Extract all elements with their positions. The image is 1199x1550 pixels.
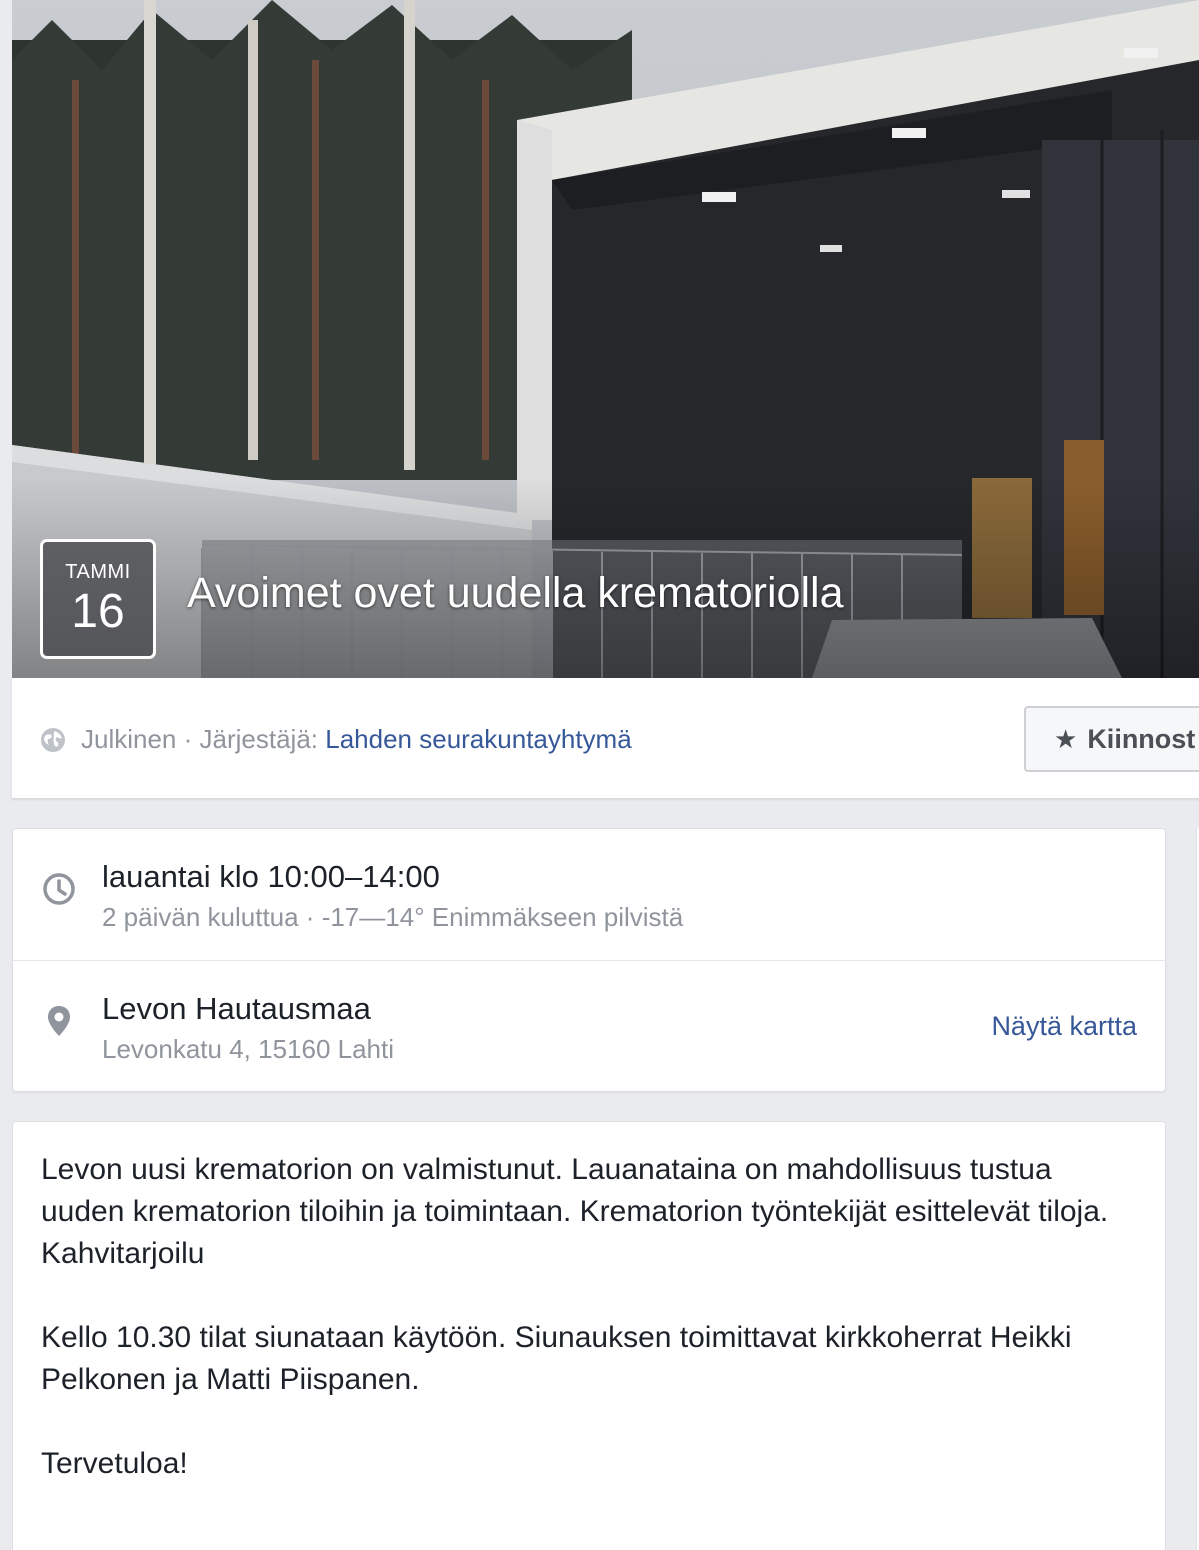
time-secondary: 2 päivän kuluttua · -17—14° Enimmäkseen … — [102, 902, 684, 932]
clock-icon — [41, 871, 77, 907]
date-day: 16 — [71, 585, 125, 638]
organizer-link[interactable]: Lahden seurakuntayhtymä — [325, 724, 631, 755]
show-map-link[interactable]: Näytä kartta — [991, 1011, 1137, 1042]
event-meta-line: Julkinen · Järjestäjä: Lahden seurakunta… — [40, 724, 632, 755]
description-paragraph: Kahvitarjoilu — [41, 1237, 205, 1270]
event-description: Levon uusi krematorion on valmistunut. L… — [41, 1149, 1131, 1485]
interested-label: Kiinnost — [1087, 723, 1196, 754]
location-address: Levonkatu 4, 15160 Lahti — [102, 1034, 395, 1064]
time-row: lauantai klo 10:00–14:00 2 päivän kulutt… — [13, 829, 1165, 961]
location-name[interactable]: Levon Hautausmaa — [102, 991, 371, 1027]
privacy-label: Julkinen — [81, 724, 177, 754]
event-title: Avoimet ovet uudella krematoriolla — [187, 569, 844, 617]
meta-separator: · — [176, 724, 200, 754]
star-icon: ★ — [1054, 723, 1078, 754]
event-page: TAMMI 16 Avoimet ovet uudella krematorio… — [0, 0, 1199, 1550]
description-paragraph: Kello 10.30 tilat siunataan käytöön. Siu… — [41, 1321, 1080, 1396]
description-paragraph: Levon uusi krematorion on valmistunut. L… — [41, 1153, 1109, 1228]
date-badge: TAMMI 16 — [40, 539, 156, 659]
date-month: TAMMI — [65, 561, 131, 583]
map-pin-icon — [41, 1003, 77, 1039]
event-details-card: lauantai klo 10:00–14:00 2 päivän kulutt… — [12, 828, 1166, 1092]
time-primary: lauantai klo 10:00–14:00 — [102, 859, 440, 894]
event-meta-bar: Julkinen · Järjestäjä: Lahden seurakunta… — [12, 678, 1199, 799]
location-row: Levon Hautausmaa Levonkatu 4, 15160 Laht… — [13, 961, 1165, 1093]
interested-button[interactable]: ★ Kiinnost — [1024, 706, 1199, 772]
description-paragraph: Tervetuloa! — [41, 1447, 188, 1480]
organizer-prefix: Järjestäjä: — [199, 724, 326, 754]
globe-icon — [40, 727, 66, 753]
cover-photo[interactable]: TAMMI 16 Avoimet ovet uudella krematorio… — [12, 0, 1199, 678]
event-description-card: Levon uusi krematorion on valmistunut. L… — [12, 1121, 1166, 1550]
